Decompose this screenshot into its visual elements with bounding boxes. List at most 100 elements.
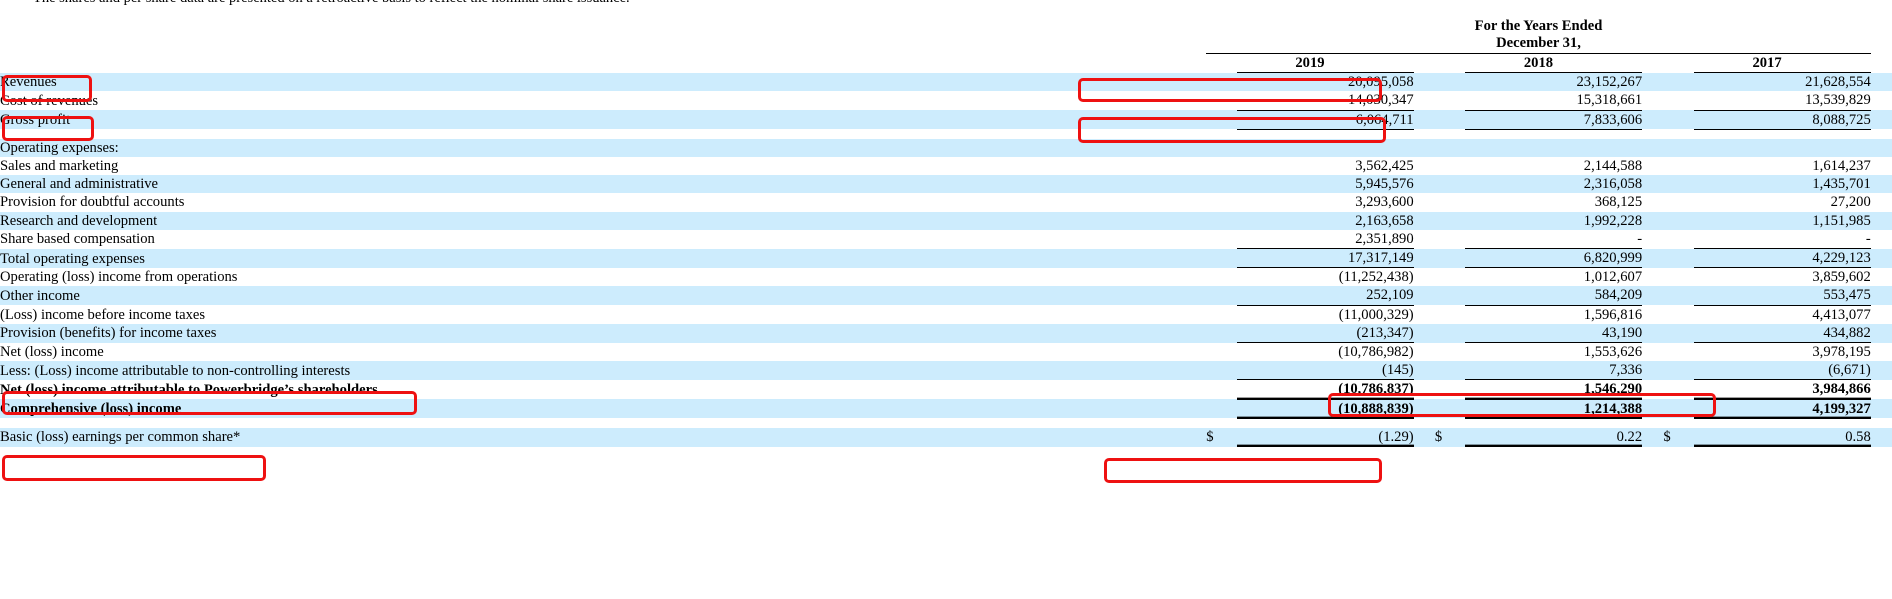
table-row: (Loss) income before income taxes (11,000… xyxy=(0,305,1892,324)
row-label: Comprehensive (loss) income xyxy=(0,399,1190,419)
row-gap xyxy=(1189,305,1207,324)
col-pad xyxy=(1642,427,1664,447)
col-pad xyxy=(1642,379,1664,400)
value-2019: (10,786,982) xyxy=(1236,342,1414,362)
row-gap xyxy=(1189,129,1207,139)
value-2017 xyxy=(1693,138,1871,158)
value-2017: 3,859,602 xyxy=(1693,267,1871,287)
table-row: Share based compensation 2,351,890 - - xyxy=(0,229,1892,250)
row-label xyxy=(0,418,1190,428)
currency-symbol-col-2017 xyxy=(1663,267,1694,287)
currency-symbol-col-2018 xyxy=(1434,379,1466,400)
col-pad xyxy=(1870,129,1892,139)
value-2018: 15,318,661 xyxy=(1465,91,1643,111)
currency-symbol-col-2018 xyxy=(1434,129,1466,139)
col-pad xyxy=(1413,129,1435,139)
table-row: Operating expenses: xyxy=(0,138,1892,158)
currency-symbol-col-2017 xyxy=(1663,157,1694,176)
value-2018 xyxy=(1465,138,1643,158)
col-pad xyxy=(1642,72,1664,92)
value-2018: 2,316,058 xyxy=(1465,175,1643,194)
value-2019: (10,888,839) xyxy=(1236,399,1414,419)
value-2017: 0.58 xyxy=(1693,427,1871,448)
col-pad xyxy=(1413,138,1435,158)
table-row: Net (loss) income attributable to Powerb… xyxy=(0,379,1892,400)
value-2017: 27,200 xyxy=(1693,193,1871,212)
value-2019 xyxy=(1236,418,1414,428)
currency-symbol-col-2017 xyxy=(1663,91,1694,111)
value-2018: 7,833,606 xyxy=(1465,110,1643,130)
row-gap xyxy=(1189,427,1207,447)
currency-symbol-col-2019 xyxy=(1206,157,1237,176)
currency-symbol-col-2017 xyxy=(1663,248,1694,268)
currency-symbol-col-2018 xyxy=(1434,361,1466,380)
currency-symbol-col-2017 xyxy=(1663,305,1694,324)
table-row: Total operating expenses 17,317,149 6,820,… xyxy=(0,248,1892,269)
value-2018: 6,820,999 xyxy=(1465,248,1643,269)
highlight-eps-values xyxy=(1104,458,1382,483)
row-label: Share based compensation xyxy=(0,229,1190,249)
currency-symbol-col-2017 xyxy=(1663,379,1694,400)
col-pad xyxy=(1413,267,1435,287)
currency-symbol-col-2018 xyxy=(1434,323,1466,343)
row-gap xyxy=(1189,418,1207,428)
value-2017: 1,151,985 xyxy=(1693,211,1871,230)
value-2017: 1,435,701 xyxy=(1693,175,1871,194)
currency-symbol-col-2018 xyxy=(1434,110,1466,130)
header-spacer xyxy=(1642,54,1663,73)
currency-symbol-col-2019 xyxy=(1206,361,1237,380)
value-2017: 434,882 xyxy=(1693,323,1871,344)
row-label: Revenues xyxy=(0,72,1190,92)
currency-symbol-col-2018 xyxy=(1434,305,1466,324)
col-pad xyxy=(1870,175,1892,194)
col-pad xyxy=(1413,286,1435,306)
col-pad xyxy=(1642,211,1664,230)
col-pad xyxy=(1870,399,1892,419)
header-year-2017: 2017 xyxy=(1663,52,1871,73)
header-title-row: For the Years Ended December 31, xyxy=(0,18,1892,54)
value-2018: 7,336 xyxy=(1465,361,1643,381)
value-2018: 1,546,290 xyxy=(1465,379,1643,400)
currency-symbol-col-2018 xyxy=(1434,248,1466,268)
row-gap xyxy=(1189,267,1207,287)
col-pad xyxy=(1413,418,1435,428)
col-pad xyxy=(1642,248,1664,268)
value-2018: 43,190 xyxy=(1465,323,1643,344)
row-gap xyxy=(1189,399,1207,419)
currency-symbol-col-2019 xyxy=(1206,138,1237,158)
value-2017: 3,984,866 xyxy=(1693,379,1871,400)
currency-symbol-col-2019 xyxy=(1206,211,1237,230)
col-pad xyxy=(1870,157,1892,176)
value-2017 xyxy=(1693,129,1871,139)
value-2019: 3,562,425 xyxy=(1236,157,1414,176)
col-pad xyxy=(1413,248,1435,268)
value-2019: 6,064,711 xyxy=(1236,110,1414,130)
value-2018: 1,214,388 xyxy=(1465,399,1643,419)
value-2018: 1,012,607 xyxy=(1465,267,1643,287)
currency-symbol-col-2018 xyxy=(1434,175,1466,194)
table-row: Provision for doubtful accounts 3,293,600… xyxy=(0,193,1892,212)
col-pad xyxy=(1413,323,1435,343)
currency-symbol-col-2018 xyxy=(1434,193,1466,212)
header-spacer xyxy=(1414,54,1435,73)
col-pad xyxy=(1642,157,1664,176)
header-year-2019: 2019 xyxy=(1206,52,1414,73)
row-label: Research and development xyxy=(0,211,1190,230)
col-pad xyxy=(1870,72,1892,92)
row-gap xyxy=(1189,229,1207,249)
col-pad xyxy=(1642,418,1664,428)
row-label: Total operating expenses xyxy=(0,248,1190,268)
col-pad xyxy=(1642,229,1664,249)
currency-symbol-col-2018 xyxy=(1434,267,1466,287)
value-2019 xyxy=(1236,129,1414,139)
currency-symbol-col-2017 xyxy=(1663,418,1694,428)
row-label: Operating (loss) income from operations xyxy=(0,267,1190,287)
row-gap xyxy=(1189,286,1207,306)
row-gap xyxy=(1189,157,1207,176)
value-2019: (11,000,329) xyxy=(1236,305,1414,324)
col-pad xyxy=(1870,379,1892,400)
col-pad xyxy=(1642,305,1664,324)
row-label: Net (loss) income xyxy=(0,342,1190,362)
value-2018: - xyxy=(1465,229,1643,250)
currency-symbol-col-2019 xyxy=(1206,418,1237,428)
